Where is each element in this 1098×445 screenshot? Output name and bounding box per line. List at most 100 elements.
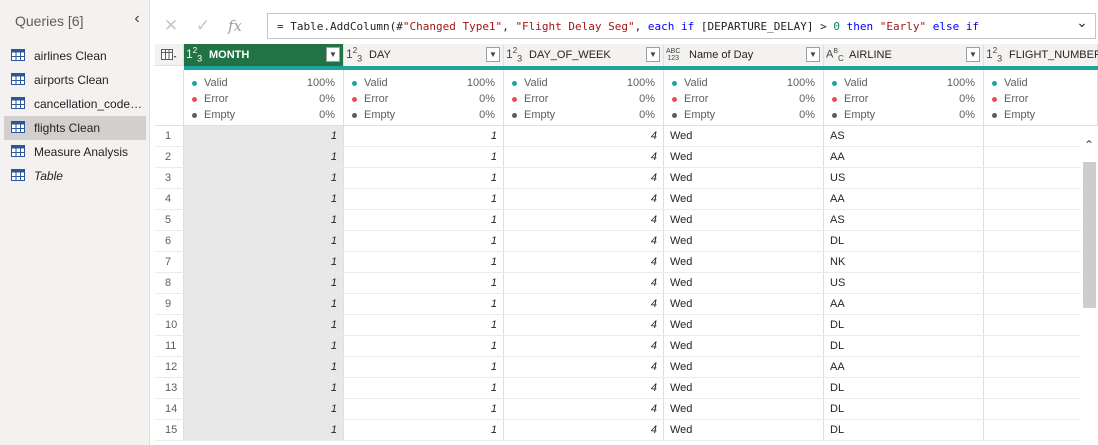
row-number[interactable]: 9 <box>155 294 184 314</box>
filter-dropdown-icon[interactable]: ▼ <box>646 47 660 62</box>
table-cell[interactable]: 1 <box>344 399 504 419</box>
table-cell[interactable]: Wed <box>664 399 824 419</box>
row-number[interactable]: 15 <box>155 420 184 440</box>
data-type-icon[interactable]: 123 <box>186 46 204 63</box>
table-cell[interactable]: Wed <box>664 147 824 167</box>
query-item[interactable]: Table <box>4 164 146 188</box>
table-cell[interactable]: Wed <box>664 315 824 335</box>
table-cell[interactable]: 4 <box>504 315 664 335</box>
column-header-day-of-week[interactable]: 123 DAY_OF_WEEK ▼ <box>504 44 664 66</box>
table-cell[interactable]: 1 <box>184 336 344 356</box>
table-cell[interactable]: NK <box>824 252 984 272</box>
formula-input[interactable]: = Table.AddColumn(# "Changed Type1", "Fli… <box>267 13 1096 39</box>
table-cell[interactable]: 1 <box>344 378 504 398</box>
table-cell[interactable]: 1 <box>184 273 344 293</box>
check-icon[interactable]: ✓ <box>187 10 219 42</box>
table-cell[interactable]: 4 <box>504 210 664 230</box>
table-cell[interactable]: 1 <box>184 147 344 167</box>
chevron-left-icon[interactable]: ‹ <box>130 10 144 28</box>
table-cell[interactable]: 1 <box>344 294 504 314</box>
chevron-down-icon[interactable]: ⌄ <box>1072 14 1092 32</box>
table-cell[interactable]: DL <box>824 420 984 440</box>
table-cell[interactable]: Wed <box>664 420 824 440</box>
row-number[interactable]: 7 <box>155 252 184 272</box>
table-cell[interactable]: 1 <box>184 315 344 335</box>
table-cell[interactable]: Wed <box>664 294 824 314</box>
query-item[interactable]: airports Clean <box>4 68 146 92</box>
table-cell[interactable]: 4 <box>504 168 664 188</box>
table-cell[interactable]: Wed <box>664 252 824 272</box>
fx-icon[interactable]: fx <box>219 10 251 42</box>
query-item[interactable]: airlines Clean <box>4 44 146 68</box>
table-cell[interactable]: AA <box>824 189 984 209</box>
table-cell[interactable]: 1 <box>184 399 344 419</box>
table-cell[interactable]: 4 <box>504 357 664 377</box>
query-item[interactable]: cancellation_codes... <box>4 92 146 116</box>
column-header-day[interactable]: 123 DAY ▼ <box>344 44 504 66</box>
data-type-icon[interactable]: 123 <box>986 46 1004 63</box>
row-number[interactable]: 8 <box>155 273 184 293</box>
filter-dropdown-icon[interactable]: ▼ <box>486 47 500 62</box>
table-cell[interactable]: DL <box>824 231 984 251</box>
table-cell[interactable]: 1 <box>184 210 344 230</box>
table-cell[interactable]: DL <box>824 399 984 419</box>
table-cell[interactable]: 4 <box>504 147 664 167</box>
row-number[interactable]: 3 <box>155 168 184 188</box>
table-cell[interactable]: Wed <box>664 336 824 356</box>
table-cell[interactable]: 1 <box>344 273 504 293</box>
table-cell[interactable]: 4 <box>504 336 664 356</box>
row-number[interactable]: 11 <box>155 336 184 356</box>
scroll-up-icon[interactable]: ⌃ <box>1084 138 1094 152</box>
table-cell[interactable]: 4 <box>504 273 664 293</box>
table-cell[interactable]: 1 <box>344 210 504 230</box>
table-cell[interactable]: 1 <box>344 168 504 188</box>
row-number[interactable]: 13 <box>155 378 184 398</box>
vertical-scrollbar[interactable]: ⌃ <box>1081 126 1098 445</box>
table-menu-icon[interactable] <box>155 44 184 66</box>
table-cell[interactable]: 1 <box>344 252 504 272</box>
filter-dropdown-icon[interactable]: ▼ <box>806 47 820 62</box>
column-header-airline[interactable]: ABC AIRLINE ▼ <box>824 44 984 66</box>
table-cell[interactable]: 4 <box>504 126 664 146</box>
column-header-month[interactable]: 123 MONTH ▼ <box>184 44 344 66</box>
table-cell[interactable]: 1 <box>344 357 504 377</box>
column-header-name-of-day[interactable]: ABC 123 Name of Day ▼ <box>664 44 824 66</box>
filter-dropdown-icon[interactable]: ▼ <box>966 47 980 62</box>
table-cell[interactable]: 1 <box>344 189 504 209</box>
table-cell[interactable]: Wed <box>664 231 824 251</box>
table-cell[interactable]: 4 <box>504 294 664 314</box>
table-cell[interactable]: Wed <box>664 189 824 209</box>
table-cell[interactable]: 4 <box>504 399 664 419</box>
table-cell[interactable]: 1 <box>184 231 344 251</box>
close-icon[interactable]: ✕ <box>155 10 187 42</box>
table-cell[interactable]: Wed <box>664 168 824 188</box>
table-cell[interactable]: DL <box>824 315 984 335</box>
table-cell[interactable]: Wed <box>664 273 824 293</box>
filter-dropdown-icon[interactable]: ▼ <box>326 47 340 62</box>
table-cell[interactable]: 4 <box>504 420 664 440</box>
query-item[interactable]: flights Clean <box>4 116 146 140</box>
table-cell[interactable]: 1 <box>344 420 504 440</box>
table-cell[interactable]: 1 <box>184 294 344 314</box>
table-cell[interactable]: 1 <box>184 357 344 377</box>
table-cell[interactable]: 1 <box>344 336 504 356</box>
data-type-icon[interactable]: 123 <box>506 46 524 63</box>
table-cell[interactable]: 4 <box>504 189 664 209</box>
row-number[interactable]: 5 <box>155 210 184 230</box>
row-number[interactable]: 2 <box>155 147 184 167</box>
table-cell[interactable]: 1 <box>344 147 504 167</box>
row-number[interactable]: 14 <box>155 399 184 419</box>
table-cell[interactable]: 1 <box>184 168 344 188</box>
table-cell[interactable]: 1 <box>184 189 344 209</box>
table-cell[interactable]: Wed <box>664 210 824 230</box>
table-cell[interactable]: Wed <box>664 126 824 146</box>
row-number[interactable]: 10 <box>155 315 184 335</box>
table-cell[interactable]: Wed <box>664 378 824 398</box>
data-type-icon[interactable]: ABC <box>826 48 844 63</box>
table-cell[interactable]: AA <box>824 147 984 167</box>
table-cell[interactable]: DL <box>824 336 984 356</box>
column-header-flight-number[interactable]: 123 FLIGHT_NUMBER <box>984 44 1098 66</box>
table-cell[interactable]: AS <box>824 126 984 146</box>
table-cell[interactable]: 1 <box>184 126 344 146</box>
data-type-icon[interactable]: ABC 123 <box>666 48 684 62</box>
